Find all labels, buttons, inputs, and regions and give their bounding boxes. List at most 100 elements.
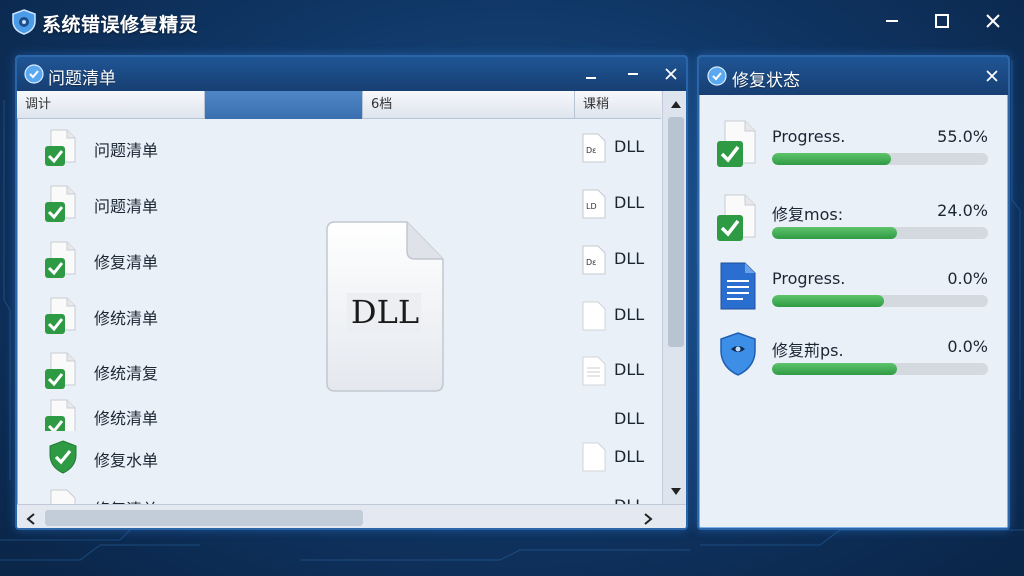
- close-button[interactable]: [973, 6, 1013, 36]
- list-item[interactable]: 修复水单 DLL: [17, 431, 661, 483]
- status-percent: 55.0%: [937, 127, 988, 146]
- file-icon: [582, 301, 606, 331]
- status-panel-header[interactable]: 修复状态: [699, 57, 1008, 95]
- maximize-button[interactable]: [922, 6, 962, 36]
- list-item[interactable]: 修统清单 DLL: [17, 395, 661, 431]
- scroll-down-icon[interactable]: [670, 487, 682, 497]
- shield-check-icon: [49, 440, 77, 474]
- issue-list: 问题清单 Dε DLL 问题清单 LD DLL 修复清单 Dε DLL 修统清单…: [17, 119, 661, 504]
- issue-panel-header[interactable]: 问题清单: [17, 57, 686, 91]
- row-type: DLL: [614, 193, 645, 212]
- row-type: DLL: [614, 137, 645, 156]
- vertical-scroll-thumb[interactable]: [668, 117, 684, 347]
- scroll-left-icon[interactable]: [26, 513, 36, 525]
- minimize-button[interactable]: [872, 6, 912, 36]
- file-icon-text: Dε: [586, 258, 596, 267]
- maximize-icon: [935, 14, 949, 28]
- progress-bar: [772, 363, 988, 375]
- row-name: 修统清单: [94, 309, 159, 328]
- dll-preview-label: DLL: [350, 293, 420, 331]
- column-header[interactable]: 6档: [363, 91, 575, 119]
- progress-fill: [772, 227, 898, 239]
- document-check-icon: [717, 120, 756, 167]
- close-icon: [986, 14, 1000, 28]
- column-header-selected[interactable]: [205, 91, 363, 119]
- document-check-icon: [45, 399, 76, 431]
- scroll-right-icon[interactable]: [643, 513, 653, 525]
- minimize-icon: [586, 77, 596, 79]
- file-icon: [582, 442, 606, 472]
- status-panel-title: 修复状态: [732, 71, 800, 91]
- row-type: DLL: [614, 447, 645, 466]
- column-header[interactable]: 课稍: [575, 91, 661, 119]
- file-icon-text: LD: [586, 202, 597, 211]
- horizontal-scrollbar[interactable]: [17, 504, 686, 528]
- document-check-icon: [45, 297, 76, 334]
- row-type: DLL: [614, 496, 644, 504]
- shield-badge-icon: [24, 64, 44, 84]
- row-name: 修复清单: [94, 496, 158, 504]
- row-type: DLL: [614, 249, 645, 268]
- status-item: 修复荊ps. 0.0%: [699, 329, 1008, 391]
- row-name: 问题清单: [94, 197, 159, 216]
- progress-fill: [772, 295, 885, 307]
- document-check-icon: [45, 129, 76, 166]
- issue-list-panel: 问题清单 调计 6档 课稍 问题清单 Dε DLL 问题清单 LD DLL 修复…: [15, 55, 688, 530]
- list-item[interactable]: 问题清单 Dε DLL: [17, 119, 661, 173]
- scroll-up-icon[interactable]: [670, 99, 682, 109]
- minimize-icon: [886, 20, 898, 22]
- status-item: Progress. 0.0%: [699, 261, 1008, 323]
- document-icon: [50, 489, 76, 504]
- status-percent: 0.0%: [947, 269, 988, 288]
- column-header[interactable]: 调计: [17, 91, 205, 119]
- row-name: 修复清单: [94, 253, 159, 272]
- progress-bar: [772, 295, 988, 307]
- row-type: DLL: [614, 409, 645, 428]
- document-check-icon: [45, 352, 76, 389]
- document-check-icon: [45, 241, 76, 278]
- progress-fill: [772, 153, 891, 165]
- dll-file-icon: LD: [582, 189, 606, 219]
- status-item: Progress. 55.0%: [699, 119, 1008, 181]
- status-label: 修复荊ps.: [772, 341, 844, 360]
- file-icon-text: Dε: [586, 146, 596, 155]
- status-percent: 24.0%: [937, 201, 988, 220]
- panel-close-button[interactable]: [659, 62, 683, 86]
- dll-preview: DLL: [325, 219, 451, 395]
- window-titlebar[interactable]: 系统错误修复精灵: [0, 0, 1024, 44]
- shield-logo-icon: [12, 9, 36, 35]
- document-check-icon: [45, 185, 76, 222]
- dll-file-icon: Dε: [582, 133, 606, 163]
- status-label: Progress.: [772, 127, 846, 146]
- panel-minimize-button[interactable]: [579, 62, 603, 86]
- issue-panel-title: 问题清单: [48, 69, 116, 89]
- progress-bar: [772, 153, 988, 165]
- close-icon: [986, 70, 998, 82]
- status-label: Progress.: [772, 269, 846, 288]
- app-title: 系统错误修复精灵: [42, 14, 199, 36]
- row-type: DLL: [614, 360, 645, 379]
- progress-bar: [772, 227, 988, 239]
- row-name: 问题清单: [94, 141, 159, 160]
- progress-fill: [772, 363, 898, 375]
- close-icon: [665, 68, 677, 80]
- panel-collapse-button[interactable]: [621, 62, 645, 86]
- status-panel-close-button[interactable]: [980, 64, 1004, 88]
- shield-icon: [720, 332, 756, 376]
- status-label: 修复mos:: [772, 205, 844, 224]
- list-item[interactable]: 修复清单 DLL: [17, 485, 661, 504]
- repair-status-panel: 修复状态 Progress. 55.0% 修复mos: 24.0% Progre…: [697, 55, 1010, 530]
- row-name: 修统清单: [94, 409, 159, 428]
- row-type: DLL: [614, 305, 645, 324]
- text-document-icon: [720, 262, 756, 310]
- status-percent: 0.0%: [947, 337, 988, 356]
- row-name: 修复水单: [94, 451, 159, 470]
- status-item: 修复mos: 24.0%: [699, 193, 1008, 255]
- vertical-scrollbar[interactable]: [662, 91, 686, 504]
- file-icon: [582, 356, 606, 386]
- shield-badge-icon: [707, 66, 727, 86]
- row-name: 修统清复: [94, 364, 159, 383]
- dll-file-icon: Dε: [582, 245, 606, 275]
- minimize-icon: [628, 73, 638, 75]
- horizontal-scroll-thumb[interactable]: [45, 510, 363, 526]
